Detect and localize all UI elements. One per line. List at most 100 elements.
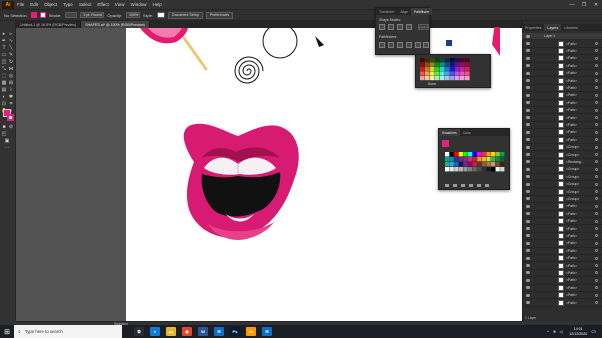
menu-type[interactable]: Type — [63, 2, 73, 7]
layer-row[interactable]: <Path> — [522, 255, 602, 263]
eyedropper-tool-icon[interactable]: ⌇ — [8, 87, 14, 93]
layer-row[interactable]: <Path> — [522, 40, 602, 48]
eye-icon[interactable] — [526, 219, 530, 223]
layer-row[interactable]: <Path> — [522, 277, 602, 285]
exclude-icon[interactable] — [406, 24, 412, 30]
target-circle-icon[interactable] — [595, 123, 598, 127]
layer-row[interactable]: <Path> — [522, 77, 602, 85]
eye-icon[interactable] — [526, 86, 530, 90]
target-circle-icon[interactable] — [595, 204, 598, 208]
target-circle-icon[interactable] — [595, 256, 598, 260]
illustrator-app-icon[interactable]: Ai — [246, 327, 256, 336]
spiral-shape[interactable] — [234, 56, 264, 84]
layer-row[interactable]: <Path> — [522, 292, 602, 300]
gradient-tool-icon[interactable]: ▤ — [1, 87, 7, 93]
merge-icon[interactable] — [397, 42, 403, 48]
layer-row[interactable]: <Path> — [522, 55, 602, 63]
eye-icon[interactable] — [526, 108, 530, 112]
eye-icon[interactable] — [526, 175, 530, 179]
paintbrush-tool-icon[interactable]: ✎ — [8, 52, 14, 58]
eye-icon[interactable] — [526, 101, 530, 105]
target-circle-icon[interactable] — [595, 79, 598, 83]
layer-row[interactable]: <Path> — [522, 99, 602, 107]
target-circle-icon[interactable] — [595, 56, 598, 60]
layer-row[interactable]: <Path> — [522, 240, 602, 248]
edit-toolbar-icon[interactable]: ⋯ — [4, 145, 10, 151]
file-explorer-app-icon[interactable]: ▬ — [166, 327, 176, 336]
target-circle-icon[interactable] — [595, 93, 598, 97]
eye-icon[interactable] — [526, 56, 530, 60]
eye-icon[interactable] — [526, 49, 530, 53]
menu-window[interactable]: Window — [130, 2, 146, 7]
tab-pathfinder[interactable]: Pathfinder — [410, 8, 433, 15]
target-circle-icon[interactable] — [595, 249, 598, 253]
task-view-app-icon[interactable]: ⧉ — [134, 327, 144, 336]
crop-icon[interactable] — [406, 42, 412, 48]
stroke-color-icon[interactable] — [7, 114, 14, 121]
eye-icon[interactable] — [526, 130, 530, 134]
layer-row[interactable]: <Group> — [522, 188, 602, 196]
eye-icon[interactable] — [526, 190, 530, 194]
photoshop-app-icon[interactable]: Ps — [230, 327, 240, 336]
tab-transform[interactable]: Transform — [376, 8, 397, 15]
draw-mode-icon[interactable]: ◰ — [1, 131, 7, 137]
target-circle-icon[interactable] — [595, 234, 598, 238]
target-circle-icon[interactable] — [595, 278, 598, 282]
layer-row[interactable]: <Path> — [522, 210, 602, 218]
blend-tool-icon[interactable]: ◐ — [1, 94, 7, 100]
eye-icon[interactable] — [526, 197, 530, 201]
layer-row[interactable]: <Path> — [522, 203, 602, 211]
eye-icon[interactable] — [526, 212, 530, 216]
eye-icon[interactable] — [526, 123, 530, 127]
layer-row[interactable]: <Path> — [522, 269, 602, 278]
target-circle-icon[interactable] — [595, 197, 598, 201]
color-mode-icon[interactable]: ■ — [1, 124, 7, 130]
layer-row[interactable]: <Rectang... — [522, 158, 602, 167]
target-circle-icon[interactable] — [595, 145, 598, 149]
layer-row[interactable]: <Path> — [522, 70, 602, 78]
target-circle-icon[interactable] — [595, 241, 598, 245]
tab-layers[interactable]: Layers — [544, 24, 562, 31]
eye-icon[interactable] — [526, 93, 530, 97]
notifications-icon[interactable]: ▭ — [591, 329, 596, 335]
minimize-button[interactable]: — — [566, 2, 578, 8]
eye-icon[interactable] — [526, 42, 530, 46]
stroke-swatch[interactable] — [39, 12, 46, 18]
divide-icon[interactable] — [379, 42, 385, 48]
tab-swatches[interactable]: Swatches — [439, 129, 460, 136]
layer-row[interactable]: <Path> — [522, 129, 602, 137]
target-circle-icon[interactable] — [595, 71, 598, 75]
stroke-weight-field[interactable] — [65, 12, 78, 18]
slice-tool-icon[interactable]: ⌗ — [8, 101, 14, 107]
eye-icon[interactable] — [526, 256, 530, 260]
layer-row[interactable]: <Group> — [522, 173, 602, 181]
target-circle-icon[interactable] — [595, 293, 598, 297]
layer-row[interactable]: <Path> — [522, 232, 602, 241]
layer-row[interactable]: <Path> — [522, 136, 602, 144]
eye-icon[interactable] — [526, 227, 530, 231]
eye-icon[interactable] — [526, 160, 530, 164]
scale-tool-icon[interactable]: ⤡ — [1, 66, 7, 72]
eye-icon[interactable] — [526, 116, 530, 120]
layer-row[interactable]: <Path> — [522, 114, 602, 122]
eye-icon[interactable] — [526, 286, 530, 290]
target-circle-icon[interactable] — [595, 42, 598, 46]
layer-row[interactable]: <Path> — [522, 107, 602, 115]
menu-help[interactable]: Help — [152, 2, 161, 7]
minus-back-icon[interactable] — [423, 42, 429, 48]
menu-file[interactable]: File — [17, 2, 24, 7]
rotate-tool-icon[interactable]: ↻ — [8, 59, 14, 65]
trim-icon[interactable] — [388, 42, 394, 48]
close-button[interactable]: ✕ — [590, 2, 602, 8]
eraser-tool-icon[interactable]: ◫ — [1, 59, 7, 65]
layer-row[interactable]: <Path> — [522, 247, 602, 255]
layer-row[interactable]: <Group> — [522, 166, 602, 174]
target-circle-icon[interactable] — [595, 219, 598, 223]
edge-app-icon[interactable]: e — [150, 327, 160, 336]
layer-row[interactable]: <Path> — [522, 92, 602, 100]
eye-icon[interactable] — [526, 64, 530, 68]
target-circle-icon[interactable] — [595, 264, 598, 268]
layer-row[interactable]: <Path> — [522, 299, 602, 307]
fill-swatch[interactable] — [30, 12, 37, 18]
eye-icon[interactable] — [526, 234, 530, 238]
